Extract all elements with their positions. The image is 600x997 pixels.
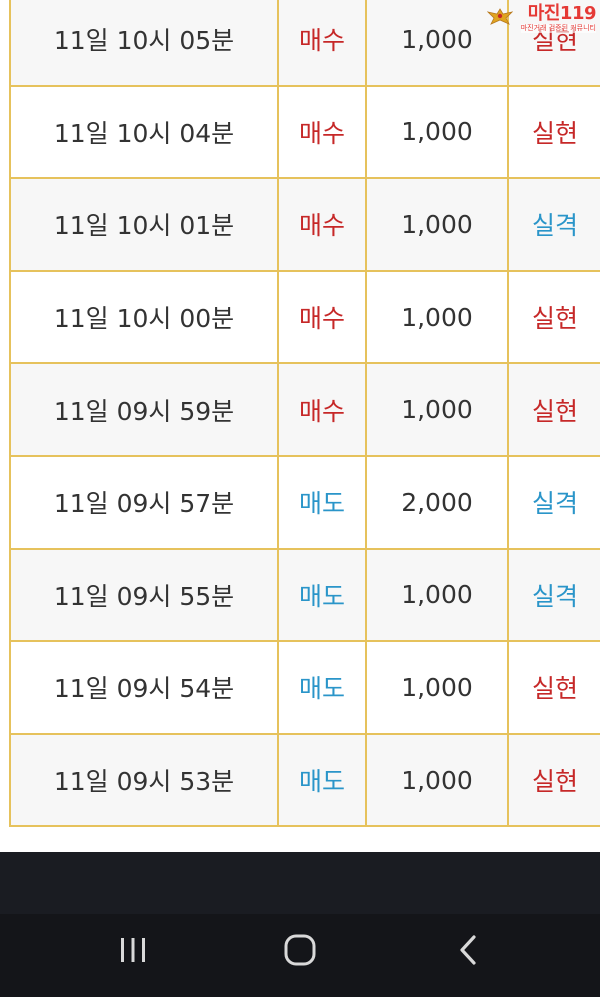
trade-type-cell: 매수: [277, 177, 367, 272]
trade-amount-cell: 1,000: [365, 269, 509, 365]
table-row: 11일 10시 00분 매수 1,000 실현: [9, 269, 600, 365]
three-bars-icon: [116, 935, 150, 969]
table-row: 11일 10시 04분 매수 1,000 실현: [9, 84, 600, 180]
trade-time-cell: 11일 10시 05분: [9, 0, 279, 87]
trade-time-cell: 11일 09시 53분: [9, 732, 279, 828]
watermark: 마진119 마진거래 검증된 커뮤니티: [468, 3, 597, 42]
back-button[interactable]: [438, 932, 498, 972]
home-button[interactable]: [270, 932, 330, 972]
trade-time-cell: 11일 09시 59분: [9, 362, 279, 457]
trade-result-cell: 실현: [507, 84, 600, 180]
trade-amount-cell: 1,000: [365, 640, 509, 735]
table-row: 11일 09시 53분 매도 1,000 실현: [9, 732, 600, 828]
trade-time-cell: 11일 10시 04분: [9, 84, 279, 180]
trade-type-cell: 매수: [277, 269, 367, 365]
trade-amount-cell: 1,000: [365, 547, 509, 643]
trade-result-cell: 실격: [507, 454, 600, 550]
trade-amount-cell: 1,000: [365, 177, 509, 272]
trade-result-cell: 실현: [507, 640, 600, 735]
trade-result-cell: 실현: [507, 269, 600, 365]
table-row: 11일 09시 54분 매도 1,000 실현: [9, 640, 600, 735]
eagle-logo-icon: [486, 6, 513, 32]
table-row: 11일 09시 59분 매수 1,000 실현: [9, 362, 600, 457]
trade-type-cell: 매도: [277, 640, 367, 735]
watermark-subtitle: 마진거래 검증된 커뮤니티: [520, 24, 596, 33]
trade-time-cell: 11일 09시 54분: [9, 640, 279, 735]
watermark-text: 마진119 마진거래 검증된 커뮤니티: [520, 3, 597, 33]
trade-type-cell: 매도: [277, 732, 367, 828]
trade-result-cell: 실격: [507, 547, 600, 643]
trade-type-cell: 매도: [277, 547, 367, 643]
table-row: 11일 09시 55분 매도 1,000 실격: [9, 547, 600, 643]
table-row: 11일 09시 57분 매도 2,000 실격: [9, 454, 600, 550]
chevron-left-icon: [453, 933, 483, 971]
trade-time-cell: 11일 10시 01분: [9, 177, 279, 272]
trade-time-cell: 11일 10시 00분: [9, 269, 279, 365]
trade-amount-cell: 1,000: [365, 84, 509, 180]
table-row: 11일 10시 01분 매수 1,000 실격: [9, 177, 600, 272]
watermark-title: 마진119: [527, 3, 597, 24]
rounded-square-icon: [282, 932, 318, 972]
trade-history-table: 11일 10시 05분 매수 1,000 실현 11일 10시 04분 매수 1,000 실현…: [9, 0, 600, 828]
screen: 11일 10시 05분 매수 1,000 실현 11일 10시 04분 매수 1,000 실현…: [0, 0, 600, 997]
trade-result-cell: 실현: [507, 732, 600, 828]
trade-time-cell: 11일 09시 57분: [9, 454, 279, 550]
trade-type-cell: 매도: [277, 454, 367, 550]
trade-type-cell: 매수: [277, 84, 367, 180]
trade-amount-cell: 1,000: [365, 362, 509, 457]
navigation-bar: [0, 914, 600, 997]
trade-type-cell: 매수: [277, 0, 367, 87]
trade-time-cell: 11일 09시 55분: [9, 547, 279, 643]
trade-type-cell: 매수: [277, 362, 367, 457]
recent-apps-button[interactable]: [103, 932, 163, 972]
page-bottom-background: [0, 852, 600, 914]
table-container: 11일 10시 05분 매수 1,000 실현 11일 10시 04분 매수 1,000 실현…: [0, 0, 600, 852]
trade-result-cell: 실격: [507, 177, 600, 272]
trade-result-cell: 실현: [507, 362, 600, 457]
trade-amount-cell: 2,000: [365, 454, 509, 550]
trade-amount-cell: 1,000: [365, 732, 509, 828]
trade-history-body: 11일 10시 05분 매수 1,000 실현 11일 10시 04분 매수 1,000 실현…: [9, 0, 600, 828]
